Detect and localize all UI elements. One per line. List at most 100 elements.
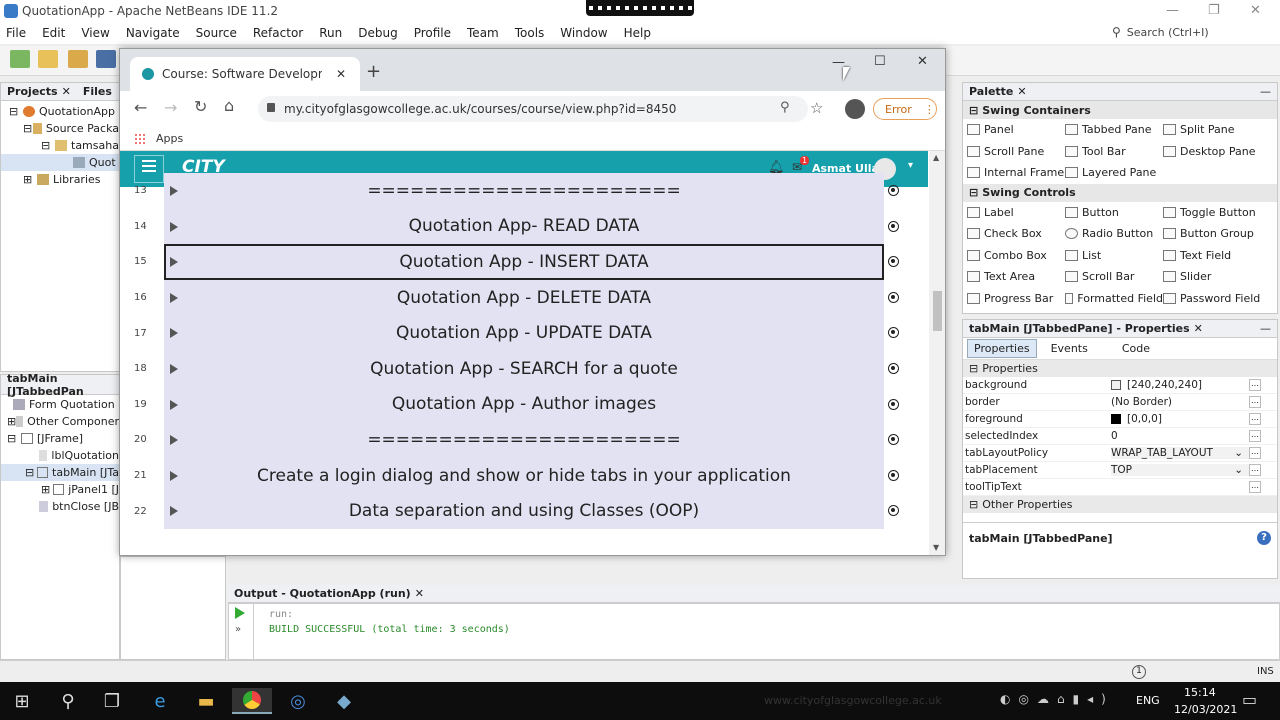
tree-item-btnclose[interactable]: btnClose [JB — [1, 498, 119, 515]
menu-team[interactable]: Team — [467, 26, 499, 40]
ellipsis-button[interactable]: … — [1249, 464, 1261, 476]
new-project-icon[interactable] — [38, 50, 58, 68]
collapse-icon[interactable]: ⊟ — [7, 432, 21, 445]
apps-grid-icon[interactable] — [134, 133, 146, 145]
ide-close-icon[interactable]: ✕ — [1250, 3, 1261, 18]
lesson-title[interactable]: Quotation App - Author images — [164, 387, 884, 423]
apps-link[interactable]: Apps — [156, 132, 183, 145]
tab-events[interactable]: Events — [1051, 342, 1088, 355]
lesson-title[interactable]: Quotation App - SEARCH for a quote — [164, 351, 884, 387]
ide-minimize-icon[interactable]: — — [1166, 3, 1179, 18]
zoom-icon[interactable]: ⚲ — [780, 100, 790, 115]
scroll-thumb[interactable] — [933, 291, 942, 331]
back-icon[interactable]: ← — [134, 98, 147, 117]
palette-item-slider[interactable]: Slider — [1163, 266, 1267, 288]
expand-icon[interactable]: ⊞ — [41, 483, 53, 496]
menu-edit[interactable]: Edit — [42, 26, 65, 40]
lesson-title[interactable]: Quotation App - UPDATE DATA — [164, 315, 884, 351]
property-row-selectedindex[interactable]: selectedIndex 0… — [963, 428, 1277, 445]
completion-radio-icon[interactable] — [888, 363, 899, 374]
lesson-row[interactable]: 18 Quotation App - SEARCH for a quote — [120, 351, 928, 387]
search-input[interactable]: Search (Ctrl+I) — [1127, 26, 1209, 39]
tree-item-jframe[interactable]: ⊟ [JFrame] — [1, 430, 119, 447]
expand-icon[interactable]: ⊞ — [23, 173, 37, 186]
palette-item-check-box[interactable]: Check Box — [967, 223, 1065, 245]
other-properties-section[interactable]: ⊟ Other Properties — [963, 496, 1277, 513]
property-row-tablayoutpolicy[interactable]: tabLayoutPolicy WRAP_TAB_LAYOUT ⌄… — [963, 445, 1277, 462]
tree-item-form[interactable]: Quot — [1, 154, 119, 171]
palette-item-progress-bar[interactable]: Progress Bar — [967, 288, 1065, 310]
tree-item-quotationapp[interactable]: ⊟ QuotationApp — [1, 103, 119, 120]
ide-maximize-icon[interactable]: ❐ — [1208, 3, 1220, 18]
palette-item-password-field[interactable]: Password Field — [1163, 288, 1267, 310]
menu-source[interactable]: Source — [196, 26, 237, 40]
ellipsis-button[interactable]: … — [1249, 396, 1261, 408]
notifications-icon[interactable]: 1 — [1132, 665, 1146, 679]
lesson-title[interactable]: Create a login dialog and show or hide t… — [164, 458, 884, 494]
lesson-row[interactable]: 17 Quotation App - UPDATE DATA — [120, 315, 928, 351]
lesson-title[interactable]: Quotation App - INSERT DATA — [164, 244, 884, 280]
lesson-row[interactable]: 22 Data separation and using Classes (OOP… — [120, 493, 928, 529]
profile-icon[interactable] — [845, 99, 865, 119]
ellipsis-button[interactable]: … — [1249, 447, 1261, 459]
lesson-row[interactable]: 20 ====================== — [120, 422, 928, 458]
collapse-icon[interactable]: ⊟ — [41, 139, 55, 152]
property-row-foreground[interactable]: foreground [0,0,0]… — [963, 411, 1277, 428]
completion-radio-icon[interactable] — [888, 434, 899, 446]
menu-help[interactable]: Help — [624, 26, 651, 40]
lesson-row[interactable]: 16 Quotation App - DELETE DATA — [120, 279, 928, 316]
lesson-title[interactable]: Data separation and using Classes (OOP) — [164, 493, 884, 529]
screen-recorder-handle[interactable] — [586, 0, 694, 16]
palette-group-controls[interactable]: ⊟ Swing Controls — [963, 183, 1277, 202]
ellipsis-button[interactable]: … — [1249, 430, 1261, 442]
properties-section[interactable]: ⊟ Properties — [963, 360, 1277, 377]
palette-item-scroll-bar[interactable]: Scroll Bar — [1065, 266, 1163, 288]
file-explorer-icon[interactable]: ▬ — [192, 688, 220, 714]
chrome-icon[interactable] — [232, 688, 272, 714]
completion-radio-icon[interactable] — [888, 505, 899, 517]
help-icon[interactable]: ? — [1257, 531, 1271, 545]
ide-search[interactable]: ⚲ Search (Ctrl+I) — [1108, 22, 1280, 42]
palette-item-combo-box[interactable]: Combo Box — [967, 245, 1065, 267]
completion-radio-icon[interactable] — [888, 327, 899, 339]
lesson-title[interactable]: ====================== — [164, 422, 884, 458]
save-all-icon[interactable] — [96, 50, 116, 68]
palette-item-panel[interactable]: Panel — [967, 119, 1065, 141]
expand-icon[interactable]: ⊞ — [7, 415, 16, 428]
palette-item-radio-button[interactable]: Radio Button — [1065, 223, 1163, 245]
close-icon[interactable]: ✕ — [62, 85, 71, 98]
close-tab-icon[interactable]: ✕ — [336, 67, 346, 81]
palette-item-label[interactable]: Label — [967, 202, 1065, 224]
tree-item-form-quotation[interactable]: Form Quotation — [1, 396, 119, 413]
forward-icon[interactable]: → — [164, 98, 177, 117]
lesson-title[interactable]: Quotation App - DELETE DATA — [164, 280, 884, 316]
new-tab-icon[interactable]: + — [366, 61, 381, 82]
minimize-icon[interactable]: — — [1260, 322, 1271, 335]
menu-view[interactable]: View — [81, 26, 109, 40]
new-file-icon[interactable] — [10, 50, 30, 68]
rerun-icon[interactable] — [235, 607, 245, 619]
scroll-up-icon[interactable]: ▲ — [933, 153, 939, 162]
url-bar[interactable]: my.cityofglasgowcollege.ac.uk/courses/co… — [258, 96, 808, 122]
search-icon[interactable]: ⚲ — [54, 688, 82, 714]
more-icon[interactable]: » — [235, 624, 241, 635]
close-icon[interactable]: ✕ — [1017, 85, 1026, 98]
palette-item-layered-pane[interactable]: Layered Pane — [1065, 162, 1163, 184]
lesson-row[interactable]: 14 Quotation App- READ DATA — [120, 208, 928, 245]
lesson-title[interactable]: ====================== — [164, 173, 884, 209]
palette-item-split-pane[interactable]: Split Pane — [1163, 119, 1267, 141]
clock-time[interactable]: 15:14 — [1184, 686, 1216, 699]
tab-files[interactable]: Files — [77, 85, 118, 98]
tree-item-tabmain[interactable]: ⊟ tabMain [JTa — [1, 464, 119, 481]
palette-item-desktop-pane[interactable]: Desktop Pane — [1163, 141, 1267, 163]
ellipsis-button[interactable]: … — [1249, 413, 1261, 425]
maximize-icon[interactable]: ☐ — [874, 54, 886, 69]
palette-item-tool-bar[interactable]: Tool Bar — [1065, 141, 1163, 163]
tab-projects[interactable]: Projects ✕ — [1, 85, 77, 98]
completion-radio-icon[interactable] — [888, 256, 899, 268]
palette-item-toggle-button[interactable]: Toggle Button — [1163, 202, 1267, 224]
lesson-row[interactable]: 13 ====================== — [120, 173, 928, 209]
close-icon[interactable]: ✕ — [917, 54, 928, 69]
tab-palette[interactable]: Palette ✕ — [963, 85, 1033, 98]
chevron-down-icon[interactable]: ⌄ — [1234, 464, 1243, 476]
